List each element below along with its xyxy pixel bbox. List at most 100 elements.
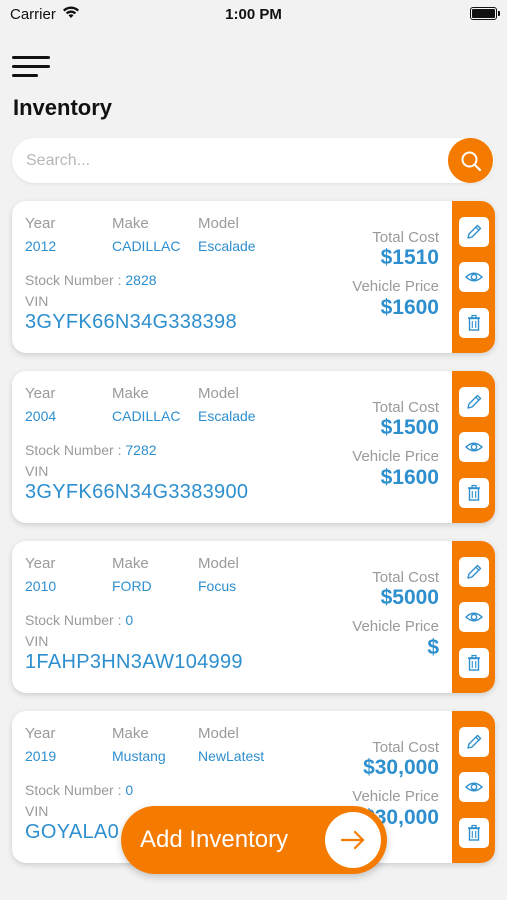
make-label: Make <box>112 725 149 742</box>
make-value: CADILLAC <box>112 408 181 424</box>
year-value: 2010 <box>25 578 57 594</box>
search-icon <box>461 151 481 171</box>
eye-icon <box>464 442 483 452</box>
pencil-icon <box>466 394 481 409</box>
trash-icon <box>467 314 480 331</box>
eye-icon <box>464 272 483 282</box>
delete-button[interactable] <box>458 647 489 678</box>
add-inventory-button[interactable]: Add Inventory <box>121 806 387 874</box>
page-title: Inventory <box>13 95 113 120</box>
trash-icon <box>467 824 480 841</box>
card-actions <box>452 201 495 353</box>
model-label: Model <box>198 725 239 742</box>
card-actions <box>452 711 495 863</box>
eye-icon <box>464 612 483 622</box>
stock-number-label: Stock Number : <box>25 272 126 288</box>
model-value: Escalade <box>198 408 256 424</box>
make-label: Make <box>112 215 149 232</box>
make-value: FORD <box>112 578 152 594</box>
model-value: NewLatest <box>198 748 265 764</box>
inventory-card[interactable]: Year Make Model 2004 CADILLAC Escalade S… <box>12 371 495 523</box>
eye-icon <box>464 782 483 792</box>
stock-number-label: Stock Number : <box>25 442 126 458</box>
stock-number-value: 0 <box>125 612 134 628</box>
vin-value: GOYALA0 <box>25 821 119 843</box>
delete-button[interactable] <box>458 817 489 848</box>
total-cost-label: Total Cost <box>372 739 439 756</box>
status-time: 1:00 PM <box>225 6 282 23</box>
vin-value: 1FAHP3HN3AW104999 <box>25 651 243 673</box>
delete-button[interactable] <box>458 307 489 338</box>
trash-icon <box>467 654 480 671</box>
stock-number: Stock Number : 2828 <box>25 272 157 288</box>
total-cost-value: $1500 <box>380 416 439 439</box>
vehicle-price-label: Vehicle Price <box>352 618 439 635</box>
year-value: 2004 <box>25 408 57 424</box>
total-cost-value: $1510 <box>380 246 439 269</box>
edit-button[interactable] <box>458 216 489 247</box>
inventory-card[interactable]: Year Make Model 2012 CADILLAC Escalade S… <box>12 201 495 353</box>
edit-button[interactable] <box>458 726 489 757</box>
vehicle-price-value: $ <box>427 636 439 659</box>
model-label: Model <box>198 215 239 232</box>
vin-value: 3GYFK66N34G338398 <box>25 311 237 333</box>
vehicle-price-value: $1600 <box>380 466 439 489</box>
year-value: 2012 <box>25 238 57 254</box>
edit-button[interactable] <box>458 386 489 417</box>
stock-number-value: 2828 <box>125 272 157 288</box>
vin-label: VIN <box>25 803 49 819</box>
vin-value: 3GYFK66N34G3383900 <box>25 481 249 503</box>
arrow-right-icon <box>325 812 381 868</box>
trash-icon <box>467 484 480 501</box>
vehicle-price-value: $1600 <box>380 296 439 319</box>
inventory-card[interactable]: Year Make Model 2010 FORD Focus Stock Nu… <box>12 541 495 693</box>
pencil-icon <box>466 224 481 239</box>
make-label: Make <box>112 555 149 572</box>
make-label: Make <box>112 385 149 402</box>
total-cost-value: $5000 <box>380 586 439 609</box>
vin-label: VIN <box>25 293 49 309</box>
vehicle-price-label: Vehicle Price <box>352 448 439 465</box>
search-button[interactable] <box>448 138 493 183</box>
total-cost-value: $30,000 <box>363 756 439 779</box>
hamburger-icon[interactable] <box>12 54 50 80</box>
year-label: Year <box>25 725 56 742</box>
stock-number: Stock Number : 0 <box>25 612 133 628</box>
card-actions <box>452 541 495 693</box>
make-value: CADILLAC <box>112 238 181 254</box>
view-button[interactable] <box>458 262 489 292</box>
total-cost-label: Total Cost <box>372 399 439 416</box>
vin-label: VIN <box>25 463 49 479</box>
year-value: 2019 <box>25 748 57 764</box>
year-label: Year <box>25 215 56 232</box>
card-actions <box>452 371 495 523</box>
edit-button[interactable] <box>458 556 489 587</box>
add-inventory-label: Add Inventory <box>140 826 289 853</box>
total-cost-label: Total Cost <box>372 569 439 586</box>
total-cost-label: Total Cost <box>372 229 439 246</box>
model-value: Escalade <box>198 238 256 254</box>
make-value: Mustang <box>112 748 166 764</box>
stock-number-label: Stock Number : <box>25 782 126 798</box>
model-label: Model <box>198 555 239 572</box>
stock-number: Stock Number : 0 <box>25 782 133 798</box>
vehicle-price-label: Vehicle Price <box>352 278 439 295</box>
pencil-icon <box>466 564 481 579</box>
status-bar: Carrier 1:00 PM <box>0 0 507 28</box>
stock-number-label: Stock Number : <box>25 612 126 628</box>
battery-icon <box>470 7 500 20</box>
model-label: Model <box>198 385 239 402</box>
view-button[interactable] <box>458 602 489 632</box>
delete-button[interactable] <box>458 477 489 508</box>
year-label: Year <box>25 385 56 402</box>
model-value: Focus <box>198 578 237 594</box>
search-bar <box>12 138 494 183</box>
pencil-icon <box>466 734 481 749</box>
vin-label: VIN <box>25 633 49 649</box>
stock-number: Stock Number : 7282 <box>25 442 157 458</box>
vehicle-price-label: Vehicle Price <box>352 788 439 805</box>
view-button[interactable] <box>458 432 489 462</box>
search-input[interactable] <box>26 138 446 183</box>
view-button[interactable] <box>458 772 489 802</box>
stock-number-value: 7282 <box>125 442 157 458</box>
